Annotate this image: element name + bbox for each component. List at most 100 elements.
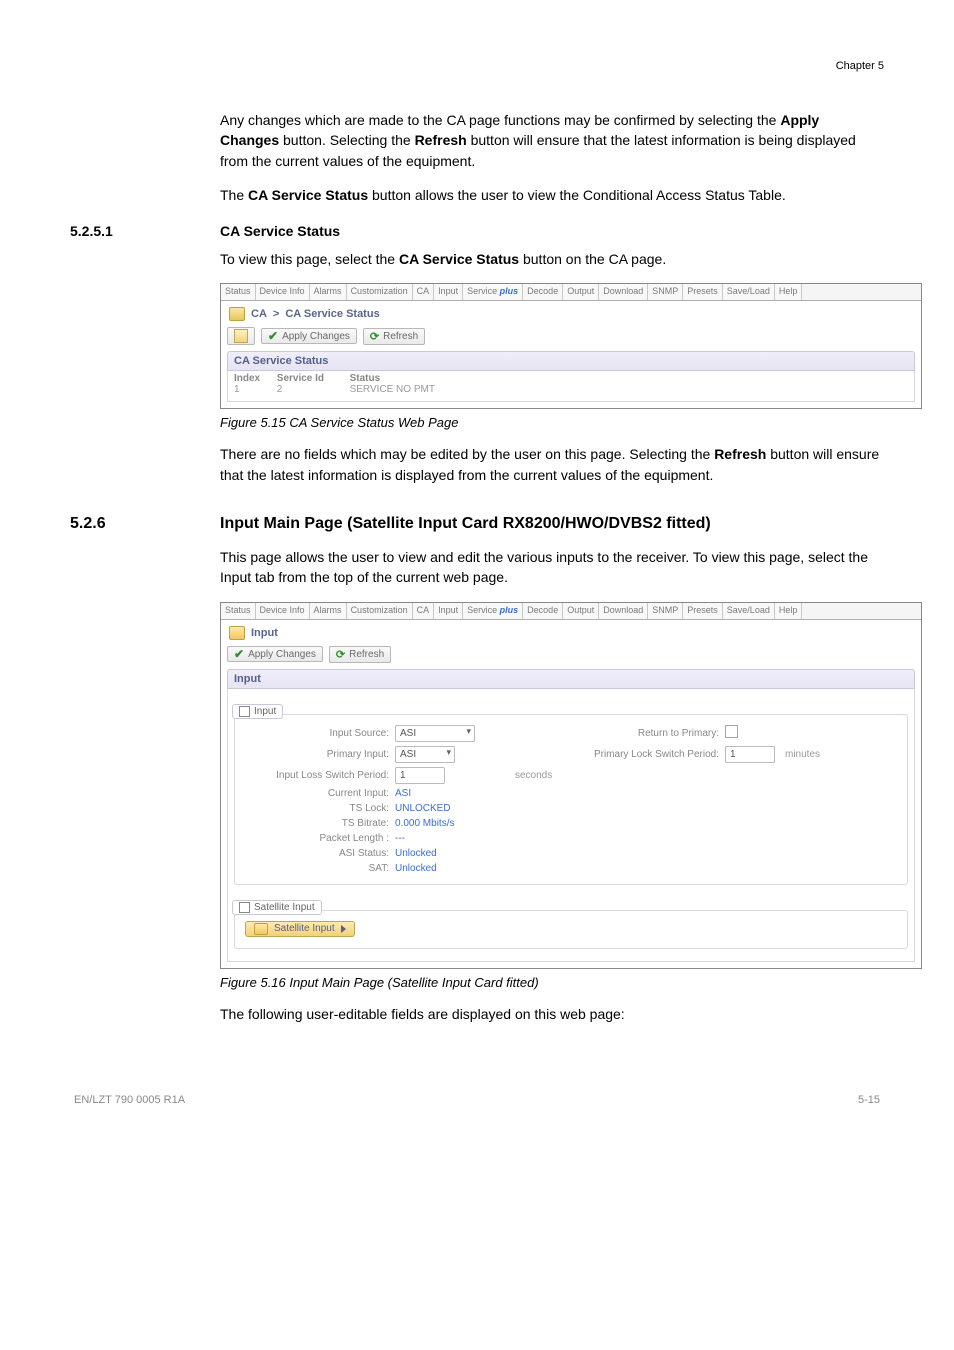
ca-icon (229, 307, 245, 321)
paragraph-2: The CA Service Status button allows the … (220, 185, 880, 205)
folder-icon (229, 626, 245, 640)
chapter-header: Chapter 5 (70, 60, 884, 72)
tab-device-info[interactable]: Device Info (256, 603, 310, 619)
apply-changes-button[interactable]: ✔Apply Changes (227, 646, 323, 662)
lbl-current-input: Current Input: (245, 788, 395, 799)
figure-5-16-caption: Figure 5.16 Input Main Page (Satellite I… (220, 975, 884, 990)
tab-save-load[interactable]: Save/Load (723, 603, 775, 619)
tab-ca[interactable]: CA (413, 603, 435, 619)
up-icon (234, 329, 248, 343)
tab-snmp[interactable]: SNMP (648, 603, 683, 619)
menu-icon (239, 706, 250, 717)
tab-service-plus[interactable]: Service plus (463, 284, 523, 300)
tab-customization[interactable]: Customization (347, 603, 413, 619)
heading-number: 5.2.5.1 (70, 223, 220, 239)
input-loss-field[interactable]: 1 (395, 767, 445, 784)
text: Service (467, 605, 500, 615)
group-satellite-input[interactable]: Satellite Input (232, 900, 322, 915)
paragraph-6: The following user-editable fields are d… (220, 1004, 880, 1024)
val-ts-lock: UNLOCKED (395, 803, 515, 814)
lbl-primary-input: Primary Input: (245, 749, 395, 760)
group-sat-label: Satellite Input (254, 902, 315, 913)
page-footer: EN/LZT 790 0005 R1A 5-15 (70, 1094, 884, 1106)
text: Service (467, 286, 500, 296)
paragraph-3: To view this page, select the CA Service… (220, 249, 880, 269)
heading-5-2-5-1: 5.2.5.1 CA Service Status (70, 223, 884, 239)
val-current-input: ASI (395, 788, 515, 799)
unit-seconds: seconds (515, 770, 555, 781)
tab-output[interactable]: Output (563, 284, 599, 300)
panel-title: CA Service Status (227, 351, 915, 371)
text: button. Selecting the (279, 132, 414, 148)
lbl-sat: SAT: (245, 863, 395, 874)
panel-body: Input Input Source: ASI Return to Primar… (227, 689, 915, 962)
check-icon: ✔ (268, 330, 278, 342)
tab-alarms[interactable]: Alarms (310, 603, 347, 619)
th-status: Status (350, 373, 381, 384)
refresh-label: Refresh (383, 331, 418, 342)
tab-service-plus[interactable]: Service plus (463, 603, 523, 619)
text: The (220, 187, 248, 203)
heading-5-2-6: 5.2.6 Input Main Page (Satellite Input C… (70, 515, 884, 533)
tab-bar: Status Device Info Alarms Customization … (221, 284, 921, 301)
satellite-input-link[interactable]: Satellite Input (245, 921, 355, 937)
tab-decode[interactable]: Decode (523, 603, 563, 619)
tab-presets[interactable]: Presets (683, 603, 723, 619)
apply-changes-button[interactable]: ✔ Apply Changes (261, 328, 357, 344)
up-button[interactable] (227, 327, 255, 345)
heading-title: CA Service Status (220, 223, 340, 239)
tab-input[interactable]: Input (434, 603, 463, 619)
toolbar: ✔Apply Changes ⟳Refresh (221, 644, 921, 669)
lbl-ts-lock: TS Lock: (245, 803, 395, 814)
tab-download[interactable]: Download (599, 284, 648, 300)
primary-input-select[interactable]: ASI (395, 746, 455, 763)
input-source-select[interactable]: ASI (395, 725, 475, 742)
cell-index: 1 (234, 384, 274, 395)
lbl-input-loss: Input Loss Switch Period: (245, 770, 395, 781)
group-input[interactable]: Input (232, 704, 283, 719)
tab-output[interactable]: Output (563, 603, 599, 619)
refresh-button[interactable]: ⟳Refresh (363, 328, 425, 345)
panel-body: Index Service Id Status 1 2 SERVICE NO P… (227, 371, 915, 402)
bold: CA Service Status (248, 187, 368, 203)
apply-changes-label: Apply Changes (248, 649, 316, 660)
tab-customization[interactable]: Customization (347, 284, 413, 300)
heading-number: 5.2.6 (70, 515, 220, 533)
val-ts-bitrate: 0.000 Mbits/s (395, 818, 515, 829)
footer-left: EN/LZT 790 0005 R1A (74, 1094, 185, 1106)
return-primary-checkbox[interactable] (725, 725, 738, 738)
refresh-button[interactable]: ⟳Refresh (329, 646, 391, 663)
tab-device-info[interactable]: Device Info (256, 284, 310, 300)
tab-status[interactable]: Status (221, 284, 256, 300)
fieldset-input: Input Source: ASI Return to Primary: Pri… (234, 714, 908, 885)
tab-snmp[interactable]: SNMP (648, 284, 683, 300)
cell-service-id: 2 (277, 384, 347, 395)
val-asi-status: Unlocked (395, 848, 515, 859)
table-row: 1 2 SERVICE NO PMT (234, 384, 908, 395)
tab-status[interactable]: Status (221, 603, 256, 619)
footer-right: 5-15 (858, 1094, 880, 1106)
tab-decode[interactable]: Decode (523, 284, 563, 300)
val-packet-length: --- (395, 833, 515, 844)
tab-help[interactable]: Help (775, 603, 803, 619)
kv-grid: Input Source: ASI Return to Primary: Pri… (245, 725, 897, 874)
tab-ca[interactable]: CA (413, 284, 435, 300)
tab-help[interactable]: Help (775, 284, 803, 300)
lbl-asi-status: ASI Status: (245, 848, 395, 859)
tab-save-load[interactable]: Save/Load (723, 284, 775, 300)
paragraph-5: This page allows the user to view and ed… (220, 547, 880, 588)
breadcrumb: Input (221, 620, 921, 644)
bold: Refresh (714, 446, 766, 462)
paragraph-1: Any changes which are made to the CA pag… (220, 110, 880, 171)
tab-input[interactable]: Input (434, 284, 463, 300)
tab-presets[interactable]: Presets (683, 284, 723, 300)
primary-lock-field[interactable]: 1 (725, 746, 775, 763)
apply-changes-label: Apply Changes (282, 331, 350, 342)
tab-download[interactable]: Download (599, 603, 648, 619)
lbl-ts-bitrate: TS Bitrate: (245, 818, 395, 829)
th-index: Index (234, 373, 274, 384)
breadcrumb: CA > CA Service Status (221, 301, 921, 325)
primary-input-value: ASI (400, 749, 416, 760)
breadcrumb-ca[interactable]: CA (251, 308, 267, 320)
tab-alarms[interactable]: Alarms (310, 284, 347, 300)
